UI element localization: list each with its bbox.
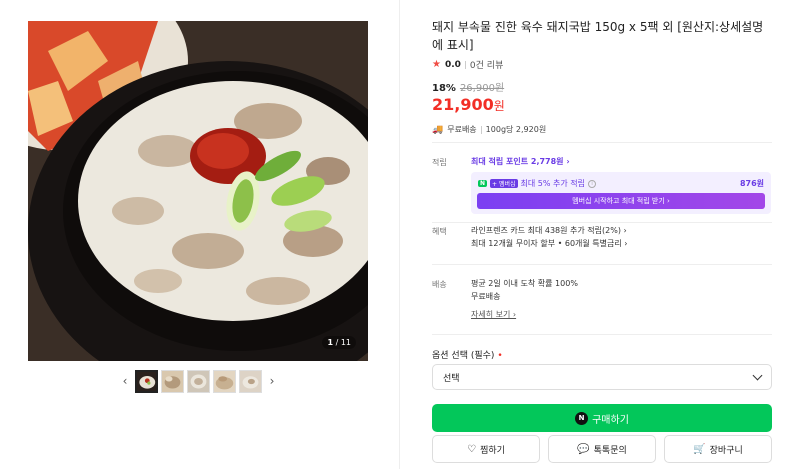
delivery-arrival: 평균 2일 이내 도착 확률 100% [471,279,578,288]
unit-price: 100g당 2,920원 [485,125,547,134]
divider [432,222,772,223]
required-mark: • [497,351,503,361]
thumbnail-2[interactable] [161,369,184,393]
divider [432,334,772,335]
info-icon[interactable]: i [588,179,597,188]
delivery-label: 배송 [432,280,447,289]
thumbnail-strip: ‹ › [118,369,279,393]
naver-pay-icon: N [575,411,589,425]
card-benefit-link[interactable]: 라인프렌즈 카드 최대 438원 추가 적립(2%) › [471,224,627,237]
buy-button[interactable]: N 구매하기 [432,404,772,432]
points-label: 적립 [432,158,447,167]
wishlist-button[interactable]: ♡ 찜하기 [432,435,540,463]
membership-box: N + 멤버십 최대 5% 추가 적립 i 876원 멤버십 시작하고 최대 적… [471,172,771,214]
membership-start-button[interactable]: 멤버십 시작하고 최대 적립 받기 › [477,193,765,209]
heart-icon: ♡ [467,443,477,455]
product-info: 돼지 부속물 진한 육수 돼지국밥 150g x 5팩 외 [원산지:상세설명에… [432,18,772,135]
membership-row: N + 멤버십 최대 5% 추가 적립 i 876원 [478,178,764,189]
product-gallery: 1 / 11 ‹ › [0,0,400,469]
installment-benefit-link[interactable]: 최대 12개월 무이자 할부 • 60개월 특별금리 › [471,237,627,250]
thumb-prev-button[interactable]: ‹ [118,370,132,392]
thumbnail-4[interactable] [213,369,236,393]
discount-rate: 18% [432,83,456,94]
thumbnail-5[interactable] [239,369,262,393]
shipping-fee: 무료배송 [447,125,477,134]
buy-label: 구매하기 [592,414,629,426]
thumb-next-button[interactable]: › [265,370,279,392]
benefits-label: 혜택 [432,227,447,236]
photo-counter: 1 / 11 [322,336,356,349]
wishlist-label: 찜하기 [480,445,505,456]
talk-label: 톡톡문의 [593,445,627,456]
divider [432,264,772,265]
talk-inquiry-button[interactable]: 💬 톡톡문의 [548,435,656,463]
max-point-link[interactable]: 최대 적립 포인트 2,778원 › [471,156,570,167]
original-price: 26,900원 [459,83,505,94]
rating-divider [464,60,466,69]
chat-icon: 💬 [577,443,590,455]
truck-icon: 🚚 [432,124,444,135]
membership-amount: 876원 [739,179,764,188]
membership-badge: + 멤버십 [490,179,518,188]
cart-label: 장바구니 [709,445,743,456]
gukbap-photo [28,21,368,361]
delivery-details-link[interactable]: 자세히 보기 › [471,309,516,320]
review-count-link[interactable]: 0건 리뷰 [470,58,503,71]
discount-row: 18% 26,900원 [432,79,772,94]
rating-score: 0.0 [444,59,461,70]
shipping-row: 🚚 무료배송 100g당 2,920원 [432,124,772,135]
counter-total: / 11 [333,338,351,347]
option-label-text: 옵션 선택 (필수) [432,351,495,361]
cart-icon: 🛒 [693,443,706,455]
sale-price: 21,900원 [432,95,772,114]
secondary-actions: ♡ 찜하기 💬 톡톡문의 🛒 장바구니 [432,435,772,463]
product-title: 돼지 부속물 진한 육수 돼지국밥 150g x 5팩 외 [원산지:상세설명에… [432,20,764,52]
cart-button[interactable]: 🛒 장바구니 [664,435,772,463]
option-select[interactable]: 선택 [432,364,772,390]
thumbnail-1[interactable] [135,369,158,393]
shipping-divider [480,125,482,134]
membership-extra-text: 최대 5% 추가 적립 [520,179,586,188]
sale-price-value: 21,900 [432,95,494,114]
main-product-image[interactable]: 1 / 11 [28,21,368,361]
chevron-down-icon [752,370,763,380]
option-label: 옵션 선택 (필수) • [432,348,503,361]
sale-price-unit: 원 [493,99,505,113]
rating-row: ★ 0.0 0건 리뷰 [432,58,772,71]
thumbnail-3[interactable] [187,369,210,393]
option-selected-value: 선택 [443,373,460,384]
divider [432,142,772,143]
naver-n-badge: N [478,180,488,187]
delivery-fee: 무료배송 [471,292,501,301]
star-icon: ★ [432,59,441,70]
